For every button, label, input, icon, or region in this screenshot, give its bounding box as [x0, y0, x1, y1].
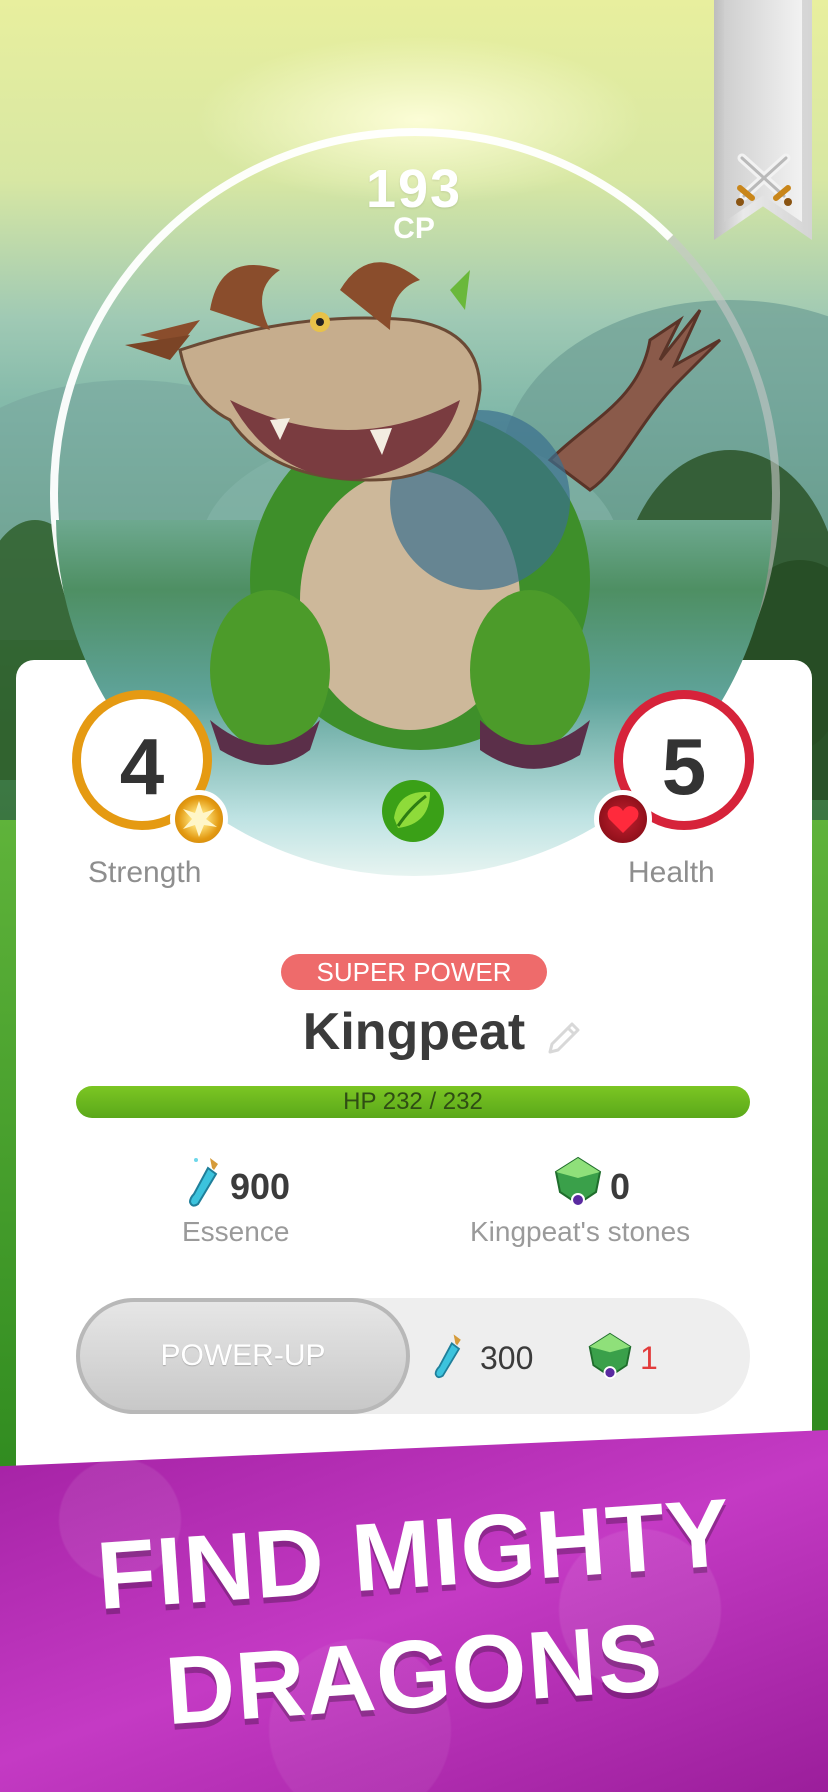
- health-label: Health: [628, 856, 715, 889]
- power-up-button[interactable]: POWER-UP: [76, 1298, 410, 1414]
- leaf-element-icon: [382, 780, 444, 842]
- dragon-stone-icon: [588, 1332, 632, 1380]
- super-power-badge: SUPER POWER: [281, 954, 547, 990]
- stones-value: 0: [610, 1166, 631, 1207]
- essence-cost: 300: [480, 1340, 534, 1376]
- heart-icon: [594, 790, 652, 848]
- dragon-name: Kingpeat: [302, 1003, 526, 1061]
- crossed-swords-icon[interactable]: [732, 148, 796, 212]
- hp-bar: HP 232 / 232: [76, 1086, 750, 1118]
- stones-label: Kingpeat's stones: [470, 1216, 691, 1247]
- hp-text: HP 232 / 232: [343, 1088, 483, 1115]
- stone-cost: 1: [640, 1340, 658, 1376]
- burst-icon: [170, 790, 228, 848]
- pencil-icon[interactable]: [542, 1016, 586, 1060]
- essence-label: Essence: [182, 1216, 290, 1247]
- cp-value: 193: [365, 159, 463, 219]
- dragon-stone-icon: [554, 1156, 602, 1207]
- cp-label: CP: [393, 212, 435, 245]
- essence-potion-icon: [188, 1158, 218, 1207]
- essence-value: 900: [230, 1166, 291, 1207]
- power-up-label: POWER-UP: [160, 1339, 326, 1372]
- strength-label: Strength: [88, 856, 202, 889]
- essence-potion-icon: [434, 1334, 461, 1379]
